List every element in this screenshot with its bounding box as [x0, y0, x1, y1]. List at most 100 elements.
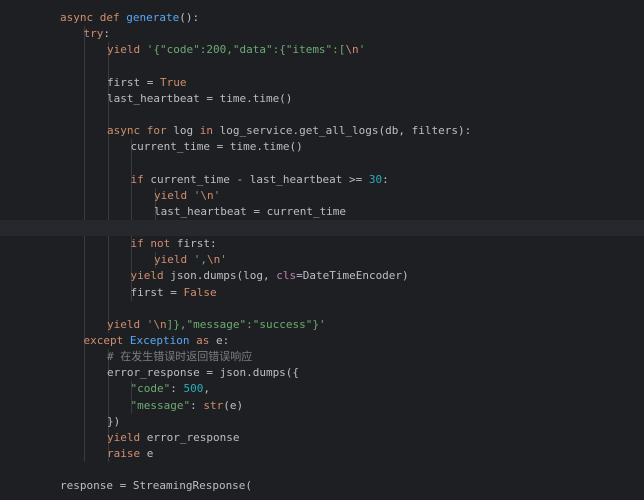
code-line[interactable]: error_response = json.dumps({	[0, 365, 644, 381]
code-token: as	[189, 334, 216, 347]
code-line[interactable]: async def generate():	[0, 10, 644, 26]
code-line[interactable]	[0, 107, 644, 123]
code-line[interactable]: yield ',\n'	[0, 252, 644, 268]
code-line[interactable]: yield error_response	[0, 430, 644, 446]
code-line[interactable]	[0, 462, 644, 478]
code-line[interactable]: if current_time - last_heartbeat >= 30:	[0, 172, 644, 188]
code-token: True	[159, 75, 187, 89]
code-token: ,	[203, 382, 210, 396]
code-line[interactable]: last_heartbeat = time.time()	[0, 91, 644, 107]
code-token: async def	[60, 11, 127, 24]
code-token: first =	[107, 75, 160, 89]
code-token: ]},"message":"success"}'	[166, 317, 326, 331]
code-token: "code"	[130, 382, 171, 396]
line-text: yield '{"code":200,"data":{"items":[\n'	[107, 42, 365, 58]
code-token: yield	[107, 317, 147, 331]
code-line[interactable]	[0, 58, 644, 74]
line-text: async for log in log_service.get_all_log…	[107, 123, 471, 139]
line-text: last_heartbeat = time.time()	[107, 91, 292, 107]
code-line[interactable]: # 在发生错误时返回错误响应	[0, 349, 644, 365]
code-line[interactable]: raise e	[0, 446, 644, 462]
code-token: response = StreamingResponse(	[60, 479, 253, 493]
code-token: try	[83, 27, 104, 41]
code-token: async for	[107, 124, 174, 138]
code-line[interactable]: first = False	[0, 285, 644, 301]
code-line[interactable]: response = StreamingResponse(	[0, 478, 644, 494]
line-text: yield '\n]},"message":"success"}'	[107, 317, 326, 333]
code-line[interactable]: if not first:	[0, 236, 644, 252]
code-token: :	[103, 27, 110, 41]
code-token: last_heartbeat = time.time()	[107, 91, 293, 105]
code-token: })	[107, 414, 121, 428]
line-text: if current_time - last_heartbeat >= 30:	[131, 172, 389, 188]
code-line[interactable]: except Exception as e:	[0, 333, 644, 349]
code-token: yield	[154, 188, 194, 202]
code-token: "message"	[130, 398, 191, 412]
line-text: yield '\n'	[154, 188, 220, 204]
code-token: Exception	[129, 334, 190, 347]
code-token: e	[146, 447, 154, 461]
code-line[interactable]: "code": 500,	[0, 381, 644, 397]
line-text: yield error_response	[107, 430, 239, 446]
code-line[interactable]: })	[0, 414, 644, 430]
line-text: yield json.dumps(log, cls=DateTimeEncode…	[131, 268, 409, 284]
line-text: first = True	[107, 75, 186, 91]
code-token: if	[130, 172, 151, 186]
code-line[interactable]: try:	[0, 26, 644, 42]
code-line[interactable]: "message": str(e)	[0, 398, 644, 414]
code-token: generate	[126, 11, 180, 24]
code-token: log_service.get_all_logs(db, filters):	[219, 124, 472, 138]
line-text: })	[107, 414, 120, 430]
code-token: :	[382, 172, 389, 186]
code-token: '{"code":200,"data":{"items":[	[146, 43, 346, 57]
line-text: error_response = json.dumps({	[107, 365, 299, 381]
code-token: except	[83, 334, 130, 347]
code-token: str	[203, 398, 224, 412]
line-text: first = False	[131, 285, 217, 301]
code-token: current_time = time.time()	[130, 140, 303, 154]
code-token: \n	[345, 43, 359, 57]
code-token: log	[173, 124, 200, 138]
current-line[interactable]	[0, 219, 644, 236]
code-token: '	[213, 188, 221, 202]
code-line[interactable]	[0, 301, 644, 317]
code-line[interactable]: yield json.dumps(log, cls=DateTimeEncode…	[0, 268, 644, 284]
code-token: current_time - last_heartbeat >=	[150, 172, 369, 186]
code-token: \n	[153, 317, 167, 331]
line-text: async def generate():	[60, 10, 199, 26]
code-line[interactable]: async for log in log_service.get_all_log…	[0, 123, 644, 139]
code-token: yield	[154, 253, 194, 267]
code-line[interactable]: yield '\n'	[0, 188, 644, 204]
code-token: error_response	[146, 430, 240, 444]
code-token: yield	[130, 269, 171, 283]
code-line[interactable]	[0, 155, 644, 171]
code-token: \n	[207, 253, 221, 267]
line-text: except Exception as e:	[84, 333, 230, 349]
code-token: json.dumps(log,	[170, 269, 277, 283]
code-token: cls	[276, 269, 297, 283]
line-text: last_heartbeat = current_time	[154, 204, 346, 220]
code-token: in	[199, 124, 220, 138]
line-text: "code": 500,	[131, 381, 211, 397]
code-line[interactable]: first = True	[0, 75, 644, 91]
code-line[interactable]: yield '\n]},"message":"success"}'	[0, 317, 644, 333]
code-token: '	[358, 43, 366, 57]
code-editor[interactable]: async def generate(): try: yield '{"code":…	[0, 0, 644, 500]
code-token: :	[170, 382, 184, 396]
code-line[interactable]: last_heartbeat = current_time	[0, 204, 644, 220]
line-text: if not first:	[131, 236, 217, 252]
code-line[interactable]: yield '{"code":200,"data":{"items":[\n'	[0, 42, 644, 58]
code-line[interactable]: current_time = time.time()	[0, 139, 644, 155]
code-token: first:	[176, 237, 217, 251]
code-token: '	[220, 253, 227, 267]
code-token: False	[183, 285, 217, 299]
code-token: \n	[200, 188, 214, 202]
line-text: "message": str(e)	[131, 398, 244, 414]
code-token: # 在发生错误时返回错误响应	[107, 350, 253, 364]
line-text: raise e	[107, 446, 153, 462]
line-text: try:	[84, 26, 111, 42]
line-text: current_time = time.time()	[131, 139, 303, 155]
code-token: yield	[107, 43, 147, 57]
code-token: e:	[215, 334, 230, 347]
code-token: 30	[368, 172, 383, 186]
